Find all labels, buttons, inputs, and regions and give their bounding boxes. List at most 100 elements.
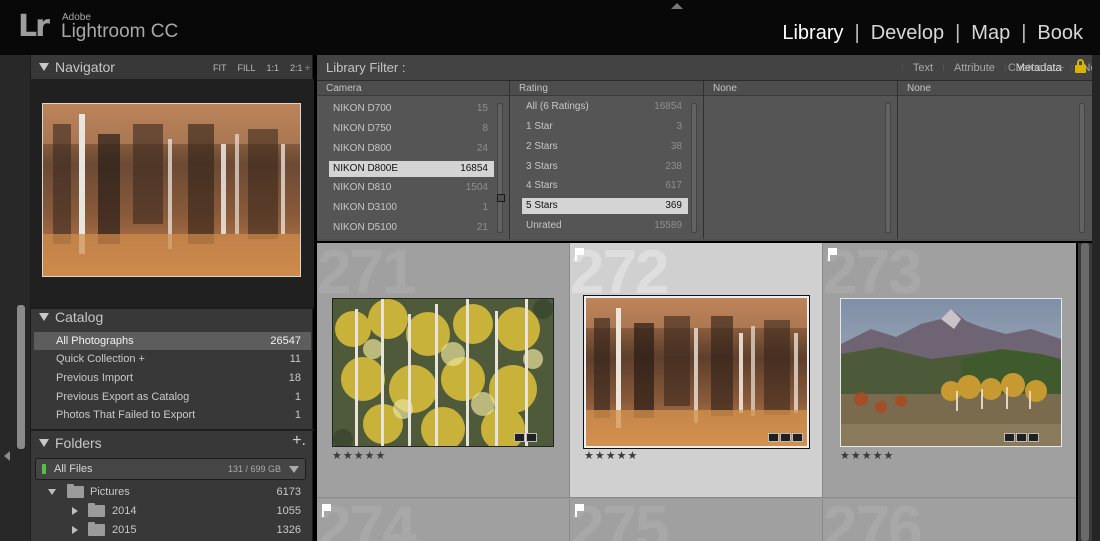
zoom-fill[interactable]: FILL [238,63,256,73]
column-scrollbar[interactable] [885,103,891,233]
rating-row[interactable]: 3 Stars 238 [522,159,688,175]
scrollbar-thumb[interactable] [497,194,505,202]
module-book[interactable]: Book [1037,22,1083,45]
column-header[interactable]: None [898,81,1092,96]
folder-item-pictures[interactable]: Pictures 6173 [34,483,311,501]
module-develop[interactable]: Develop [871,22,944,45]
column-header[interactable]: Rating [510,81,703,96]
catalog-item-failed-export[interactable]: Photos That Failed to Export 1 [34,406,311,424]
collapse-top-panel-icon[interactable] [671,3,683,9]
module-map[interactable]: Map [971,22,1010,45]
column-header[interactable]: None [704,81,897,96]
photo-thumbnail[interactable] [332,298,554,447]
rating-row[interactable]: 2 Stars 38 [522,139,688,155]
volume-status-icon [42,464,46,474]
grid-cell[interactable]: 272 ★★★★★ [570,243,823,498]
rating-row[interactable]: Unrated 15589 [522,218,688,234]
camera-row[interactable]: NIKON D5100 21 [329,220,494,236]
catalog-header[interactable]: Catalog [31,305,314,329]
collapse-triangle-icon[interactable] [39,313,49,321]
folder-item-2015[interactable]: 2015 1326 [34,521,311,539]
collection-badge-icon[interactable] [1004,433,1015,442]
star-rating[interactable]: ★★★★★ [332,449,386,462]
camera-row[interactable]: NIKON D800 24 [329,141,494,157]
navigator-preview-image[interactable] [42,103,301,277]
camera-row[interactable]: NIKON D700 15 [329,101,494,117]
folder-item-2014[interactable]: 2014 1055 [34,502,311,520]
add-folder-icon[interactable]: +. [292,432,306,450]
volume-bar[interactable]: All Files 131 / 699 GB [35,458,306,480]
separator: ⁝ [942,62,945,73]
camera-row[interactable]: NIKON D3100 1 [329,200,494,216]
catalog-item-previous-export[interactable]: Previous Export as Catalog 1 [34,388,311,406]
grid-cell[interactable]: 273 ★★★★★ [823,243,1076,498]
grid-cell[interactable]: 275 [570,499,823,541]
collapse-triangle-icon[interactable] [39,63,49,71]
rating-column-scrollbar[interactable] [691,103,697,233]
catalog-item-label: Previous Import [56,372,134,384]
develop-badge-icon[interactable] [526,433,537,442]
right-panel-edge [1092,55,1100,541]
module-separator: | [1021,22,1027,44]
collection-badge-icon[interactable] [768,433,779,442]
folders-header[interactable]: Folders +. [31,431,314,455]
star-rating[interactable]: ★★★★★ [584,449,638,462]
grid-cell[interactable]: 271 ★★★★★ [317,243,570,498]
crop-badge-icon[interactable] [1016,433,1027,442]
develop-badge-icon[interactable] [1028,433,1039,442]
grid-cell[interactable]: 276 [823,499,1076,541]
catalog-item-label: Photos That Failed to Export [56,409,196,421]
row-label: 1 Star [526,121,553,132]
camera-row[interactable]: NIKON D800E 16854 [329,161,494,177]
zoom-2-1[interactable]: 2:1 ÷ [290,63,310,73]
filter-tab-text[interactable]: Text [913,62,933,74]
photo-thumbnail[interactable] [840,298,1062,447]
navigator-title: Navigator [55,59,115,75]
camera-row[interactable]: NIKON D810 1504 [329,180,494,196]
blurred-aspens-image [43,104,300,276]
rating-row[interactable]: 4 Stars 617 [522,178,688,194]
camera-column-scrollbar[interactable] [497,103,505,233]
catalog-item-label: All Photographs [56,335,134,347]
rating-row[interactable]: All (6 Ratings) 16854 [522,99,688,115]
row-label: NIKON D700 [333,103,392,114]
module-library[interactable]: Library [782,22,843,45]
app-name: Lightroom CC [61,21,179,42]
expand-triangle-icon[interactable] [48,489,56,495]
collection-badge-icon[interactable] [514,433,525,442]
rating-row[interactable]: 1 Star 3 [522,119,688,135]
grid-cell[interactable]: 274 [317,499,570,541]
catalog-item-quick-collection[interactable]: Quick Collection + 11 [34,350,311,368]
navigator-header[interactable]: Navigator FIT FILL 1:1 2:1 ÷ [31,55,314,79]
cell-index: 275 [570,499,669,541]
zoom-fit[interactable]: FIT [213,63,227,73]
photo-thumbnail[interactable] [584,296,809,448]
pick-flag-icon[interactable] [575,248,584,261]
pick-flag-icon[interactable] [828,248,837,261]
crop-badge-icon[interactable] [780,433,791,442]
catalog-item-all-photographs[interactable]: All Photographs 26547 [34,332,311,350]
expand-triangle-icon[interactable] [72,526,78,534]
develop-badge-icon[interactable] [792,433,803,442]
lock-icon[interactable] [1075,59,1086,73]
zoom-1-1[interactable]: 1:1 [267,63,280,73]
star-rating[interactable]: ★★★★★ [840,449,894,462]
column-header[interactable]: Camera [317,81,509,96]
volume-dropdown-icon[interactable] [289,466,299,473]
column-scrollbar[interactable] [1079,103,1085,233]
pick-flag-icon[interactable] [322,504,331,517]
expand-triangle-icon[interactable] [72,507,78,515]
rating-row[interactable]: 5 Stars 369 [522,198,688,214]
row-count: 21 [476,222,488,233]
filter-preset-dropdown[interactable]: Custom... ÷ [1008,62,1064,74]
collapse-left-panel-icon[interactable] [4,451,10,461]
row-count: 38 [670,141,682,152]
camera-row[interactable]: NIKON D750 8 [329,121,494,137]
scrollbar-thumb[interactable] [1081,243,1089,541]
collapse-triangle-icon[interactable] [39,439,49,447]
left-panel-scrollbar[interactable] [17,305,25,449]
grid-scrollbar[interactable] [1078,243,1092,541]
pick-flag-icon[interactable] [575,504,584,517]
catalog-item-previous-import[interactable]: Previous Import 18 [34,369,311,387]
filter-tab-attribute[interactable]: Attribute [954,62,995,74]
